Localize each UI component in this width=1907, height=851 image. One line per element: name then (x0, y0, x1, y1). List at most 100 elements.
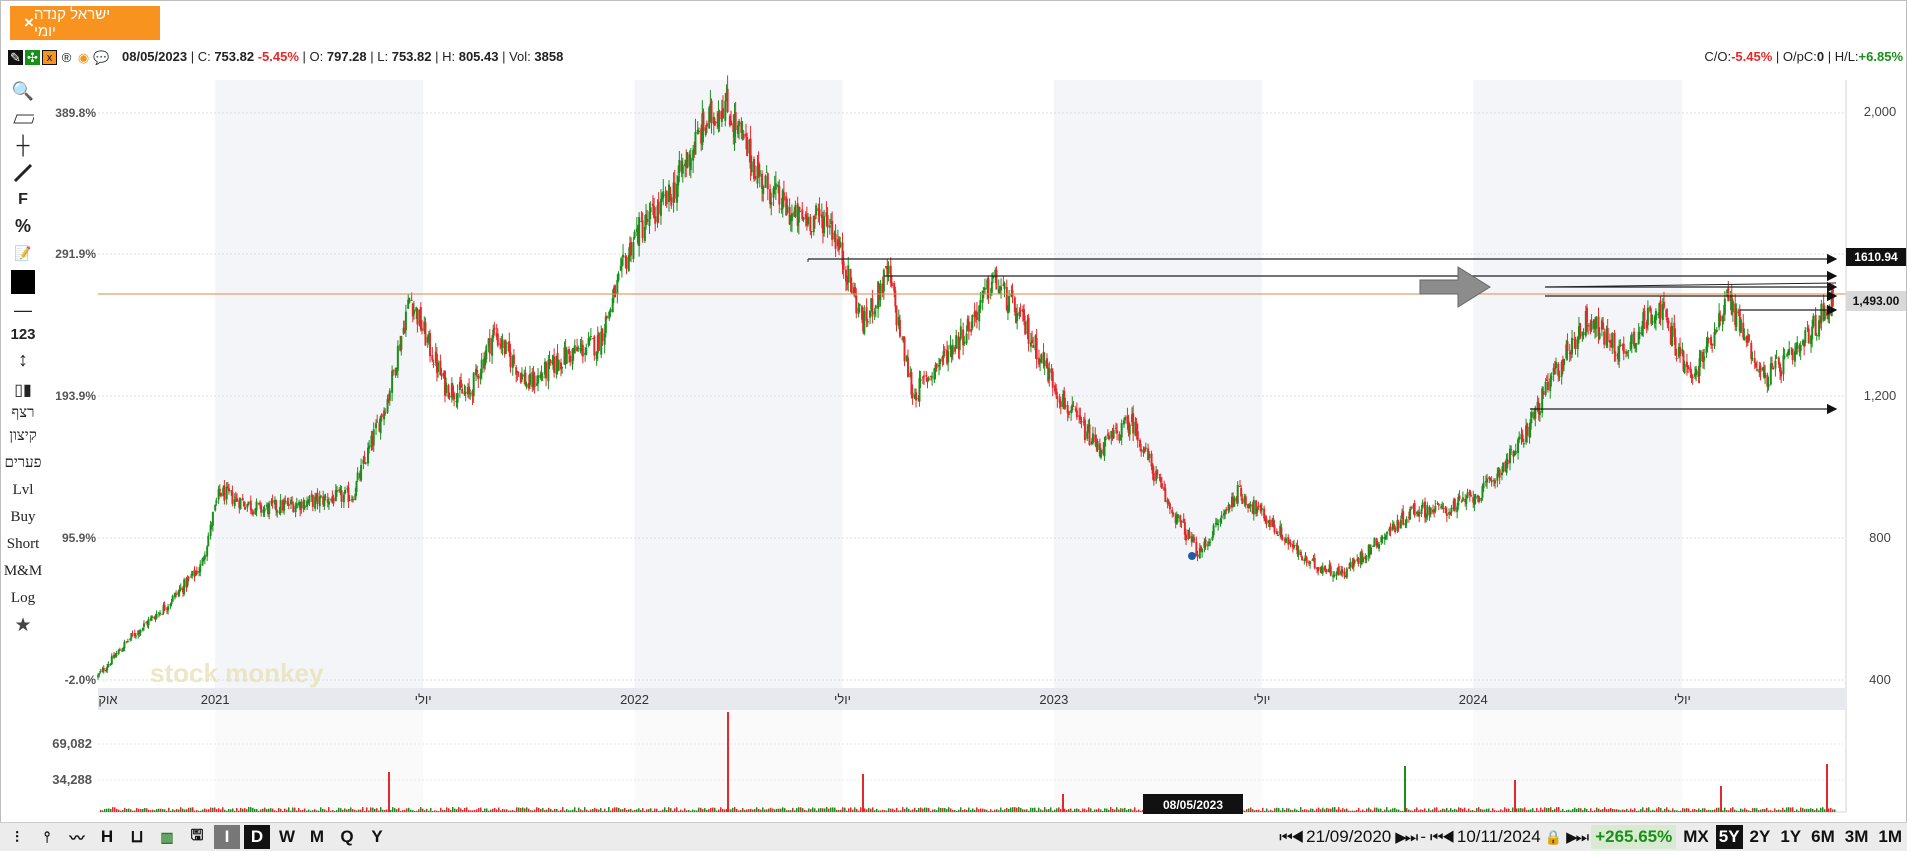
range-1y-button[interactable]: 1Y (1777, 825, 1804, 849)
volume-bar (1642, 807, 1644, 812)
range-5y-button[interactable]: 5Y (1715, 825, 1743, 849)
candle-body (448, 396, 451, 398)
volume-bar (1272, 810, 1274, 812)
volume-bar (1298, 810, 1300, 812)
volume-bar (406, 808, 408, 812)
line-chart-icon[interactable]: 〰 (64, 825, 90, 849)
save-icon[interactable]: 🖫 (184, 825, 210, 849)
volume-bar (194, 810, 196, 812)
candle-body (327, 501, 330, 505)
candle-body (1691, 376, 1694, 378)
hlc-chart-icon[interactable]: H (94, 825, 120, 849)
candle-body (1590, 320, 1593, 330)
candle-body (765, 171, 768, 173)
volume-bar (984, 809, 986, 812)
interval-d-button[interactable]: D (244, 825, 270, 849)
volume-bar (1368, 807, 1370, 812)
volume-bar (1044, 807, 1046, 812)
area-chart-icon[interactable]: ⊔ (124, 825, 150, 849)
candle-body (1502, 462, 1505, 472)
range-1m-button[interactable]: 1M (1875, 825, 1905, 849)
volume-bar (1524, 807, 1526, 812)
range-mx-button[interactable]: MX (1680, 825, 1712, 849)
candle-body (850, 282, 853, 294)
candle-body (134, 635, 137, 637)
volume-bar (1442, 808, 1444, 812)
interval-i-button[interactable]: I (214, 825, 240, 849)
volume-bar (390, 810, 392, 812)
end-next-icon[interactable]: ▶⏭ (1566, 828, 1589, 846)
volume-bar (396, 809, 398, 812)
end-date[interactable]: 10/11/2024 (1457, 827, 1541, 847)
range-6m-button[interactable]: 6M (1808, 825, 1838, 849)
volume-bar (308, 809, 310, 812)
volume-bar (594, 807, 596, 812)
volume-bar (1078, 809, 1080, 812)
volume-bar (106, 808, 108, 812)
interval-y-button[interactable]: Y (364, 825, 390, 849)
range-3m-button[interactable]: 3M (1842, 825, 1872, 849)
volume-bar (532, 810, 534, 812)
color-bars-icon[interactable]: ▥ (154, 825, 180, 849)
candle-body (110, 655, 113, 665)
candle-body (754, 175, 757, 180)
volume-bar (1620, 810, 1622, 812)
start-next-icon[interactable]: ▶⏭ (1395, 828, 1418, 846)
volume-bar (914, 807, 916, 812)
candle-body (509, 352, 512, 368)
volume-bar (888, 808, 890, 812)
candle-body (316, 492, 319, 504)
volume-bar (350, 807, 352, 812)
candle-body (1301, 556, 1304, 561)
volume-bar (1818, 810, 1820, 812)
candles-chart-icon[interactable]: ⫶ (4, 825, 30, 849)
volume-bar (148, 809, 150, 812)
volume-bar (736, 808, 738, 812)
volume-bar (1474, 810, 1476, 812)
interval-w-button[interactable]: W (274, 825, 300, 849)
start-first-icon[interactable]: ⏮◀ (1279, 829, 1304, 846)
volume-bar (550, 808, 552, 812)
volume-bar (1332, 807, 1334, 812)
price-chart[interactable]: stock monkey -2.0% 95.9% 193.9% 291.9% 389.8… (0, 0, 1907, 822)
volume-bar (584, 807, 586, 812)
volume-bar (1378, 808, 1380, 812)
volume-bar (566, 809, 568, 812)
candle-body (348, 499, 351, 501)
candle-body (1683, 363, 1686, 374)
candle-body (1309, 561, 1312, 564)
candle-body (429, 333, 432, 357)
volume-bar (1600, 809, 1602, 812)
volume-bar (484, 808, 486, 812)
interval-q-button[interactable]: Q (334, 825, 360, 849)
candle-body (1260, 508, 1263, 511)
volume-bar (718, 809, 720, 812)
interval-m-button[interactable]: M (304, 825, 330, 849)
candle-body (577, 347, 580, 349)
candle-body (342, 494, 345, 503)
volume-bar (1722, 810, 1724, 812)
volume-bar (1562, 808, 1564, 812)
bars-chart-icon[interactable]: ⫯ (34, 825, 60, 849)
volume-bar (1084, 808, 1086, 812)
volume-bar (1636, 810, 1638, 812)
volume-spike (388, 772, 390, 812)
candle-body (1008, 296, 1011, 312)
lock-icon[interactable]: 🔒 (1545, 829, 1562, 846)
start-date[interactable]: 21/09/2020 (1306, 827, 1391, 847)
candle-body (1703, 356, 1706, 361)
volume-bar (186, 809, 188, 812)
candle-body (416, 308, 419, 325)
volume-bar (640, 810, 642, 812)
end-prev-icon[interactable]: ⏮◀ (1430, 829, 1455, 846)
range-2y-button[interactable]: 2Y (1747, 825, 1774, 849)
volume-bar (596, 808, 598, 812)
volume-bar (1584, 807, 1586, 812)
candle-body (1019, 310, 1022, 312)
volume-bar (948, 807, 950, 812)
candle-body (207, 535, 210, 546)
volume-bar (202, 809, 204, 812)
volume-bar (288, 807, 290, 812)
volume-bar (1536, 808, 1538, 812)
volume-bar (1314, 810, 1316, 812)
